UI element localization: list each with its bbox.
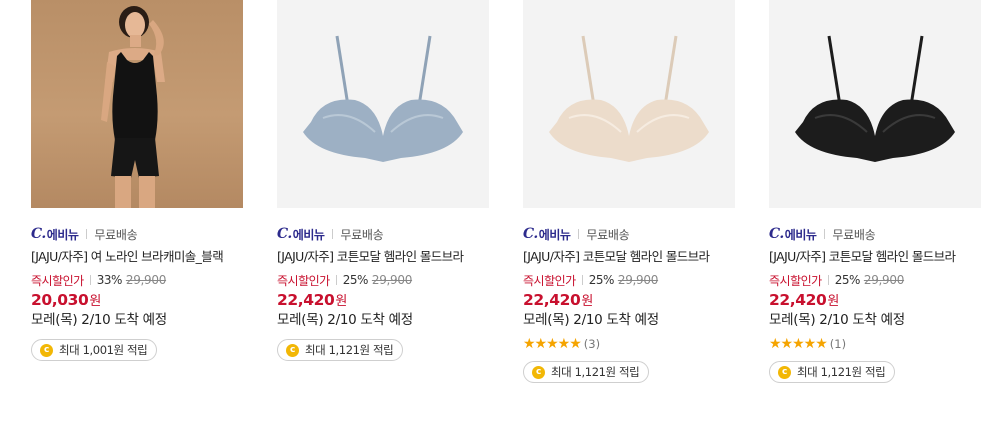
discount-row: 즉시할인가 25% 29,900 [277, 272, 489, 288]
seller-row: C. 에비뉴 무료배송 [31, 226, 243, 242]
discount-row: 즉시할인가 25% 29,900 [769, 272, 981, 288]
coin-icon: c [778, 365, 791, 379]
blue-bra-image[interactable] [277, 0, 489, 208]
currency-label: 원 [827, 294, 840, 309]
seller-logo[interactable]: C. [31, 226, 46, 242]
review-count[interactable]: (3) [584, 337, 600, 351]
divider [581, 275, 583, 285]
shipping-badge: 무료배송 [340, 227, 384, 242]
reward-chip: c 최대 1,121원 적립 [769, 361, 896, 383]
seller-name[interactable]: 에비뉴 [785, 226, 817, 243]
shipping-badge: 무료배송 [832, 227, 876, 242]
star-rating-icon: ★★★★★ [769, 336, 828, 352]
price-row: 20,030 원 [31, 290, 243, 310]
divider [578, 229, 580, 239]
arrival-estimate: 모레(목) 2/10 도착 예정 [523, 312, 659, 328]
discount-label: 즉시할인가 [769, 273, 822, 288]
reward-chip: c 최대 1,121원 적립 [277, 339, 404, 361]
product-grid: C. 에비뉴 무료배송 [JAJU/자주] 여 노라인 브라캐미솔_블랙 즉시할… [31, 0, 981, 383]
discount-row: 즉시할인가 33% 29,900 [31, 272, 243, 288]
discount-label: 즉시할인가 [277, 273, 330, 288]
reward-text: 최대 1,121원 적립 [797, 365, 886, 379]
rating-row[interactable]: ★★★★★ (3) [523, 336, 735, 352]
product-card[interactable]: C. 에비뉴 무료배송 [JAJU/자주] 코튼모달 헴라인 몰드브라 즉시할인… [277, 0, 489, 383]
reward-chip: c 최대 1,121원 적립 [523, 361, 650, 383]
arrival-estimate: 모레(목) 2/10 도착 예정 [31, 312, 167, 328]
currency-label: 원 [335, 294, 348, 309]
original-price: 29,900 [125, 273, 167, 287]
arrival-estimate: 모레(목) 2/10 도착 예정 [769, 312, 905, 328]
seller-row: C. 에비뉴 무료배송 [523, 226, 735, 242]
divider [89, 275, 91, 285]
discount-label: 즉시할인가 [31, 273, 84, 288]
divider [335, 275, 337, 285]
divider [824, 229, 826, 239]
arrival-estimate: 모레(목) 2/10 도착 예정 [277, 312, 413, 328]
seller-name[interactable]: 에비뉴 [293, 226, 325, 243]
original-price: 29,900 [617, 273, 659, 287]
price-row: 22,420 원 [523, 290, 735, 310]
original-price: 29,900 [863, 273, 905, 287]
seller-row: C. 에비뉴 무료배송 [769, 226, 981, 242]
product-title[interactable]: [JAJU/자주] 코튼모달 헴라인 몰드브라 [277, 248, 489, 266]
discount-row: 즉시할인가 25% 29,900 [523, 272, 735, 288]
sale-price: 22,420 [277, 291, 335, 309]
divider [332, 229, 334, 239]
product-card[interactable]: C. 에비뉴 무료배송 [JAJU/자주] 여 노라인 브라캐미솔_블랙 즉시할… [31, 0, 243, 383]
reward-text: 최대 1,121원 적립 [305, 343, 394, 357]
sale-price: 20,030 [31, 291, 89, 309]
divider [827, 275, 829, 285]
reward-text: 최대 1,121원 적립 [551, 365, 640, 379]
product-title[interactable]: [JAJU/자주] 코튼모달 헴라인 몰드브라 [523, 248, 735, 266]
coin-icon: c [286, 343, 299, 357]
seller-row: C. 에비뉴 무료배송 [277, 226, 489, 242]
discount-rate: 25% [834, 273, 861, 287]
product-card[interactable]: C. 에비뉴 무료배송 [JAJU/자주] 코튼모달 헴라인 몰드브라 즉시할인… [523, 0, 735, 383]
discount-label: 즉시할인가 [523, 273, 576, 288]
seller-logo[interactable]: C. [769, 226, 784, 242]
currency-label: 원 [581, 294, 594, 309]
discount-rate: 25% [588, 273, 615, 287]
coin-icon: c [532, 365, 545, 379]
seller-logo[interactable]: C. [277, 226, 292, 242]
seller-logo[interactable]: C. [523, 226, 538, 242]
shipping-badge: 무료배송 [94, 227, 138, 242]
coin-icon: c [40, 343, 53, 357]
seller-name[interactable]: 에비뉴 [47, 226, 79, 243]
sale-price: 22,420 [523, 291, 581, 309]
product-card[interactable]: C. 에비뉴 무료배송 [JAJU/자주] 코튼모달 헴라인 몰드브라 즉시할인… [769, 0, 981, 383]
price-row: 22,420 원 [277, 290, 489, 310]
divider [86, 229, 88, 239]
original-price: 29,900 [371, 273, 413, 287]
black-bra-image[interactable] [769, 0, 981, 208]
seller-name[interactable]: 에비뉴 [539, 226, 571, 243]
price-row: 22,420 원 [769, 290, 981, 310]
rating-row[interactable]: ★★★★★ (1) [769, 336, 981, 352]
discount-rate: 25% [342, 273, 369, 287]
beige-bra-image[interactable] [523, 0, 735, 208]
currency-label: 원 [89, 294, 102, 309]
review-count[interactable]: (1) [830, 337, 846, 351]
product-title[interactable]: [JAJU/자주] 코튼모달 헴라인 몰드브라 [769, 248, 981, 266]
product-title[interactable]: [JAJU/자주] 여 노라인 브라캐미솔_블랙 [31, 248, 243, 266]
sale-price: 22,420 [769, 291, 827, 309]
shipping-badge: 무료배송 [586, 227, 630, 242]
reward-chip: c 최대 1,001원 적립 [31, 339, 158, 361]
star-rating-icon: ★★★★★ [523, 336, 582, 352]
discount-rate: 33% [96, 273, 123, 287]
model-camisole-image[interactable] [31, 0, 243, 208]
reward-text: 최대 1,001원 적립 [59, 343, 148, 357]
